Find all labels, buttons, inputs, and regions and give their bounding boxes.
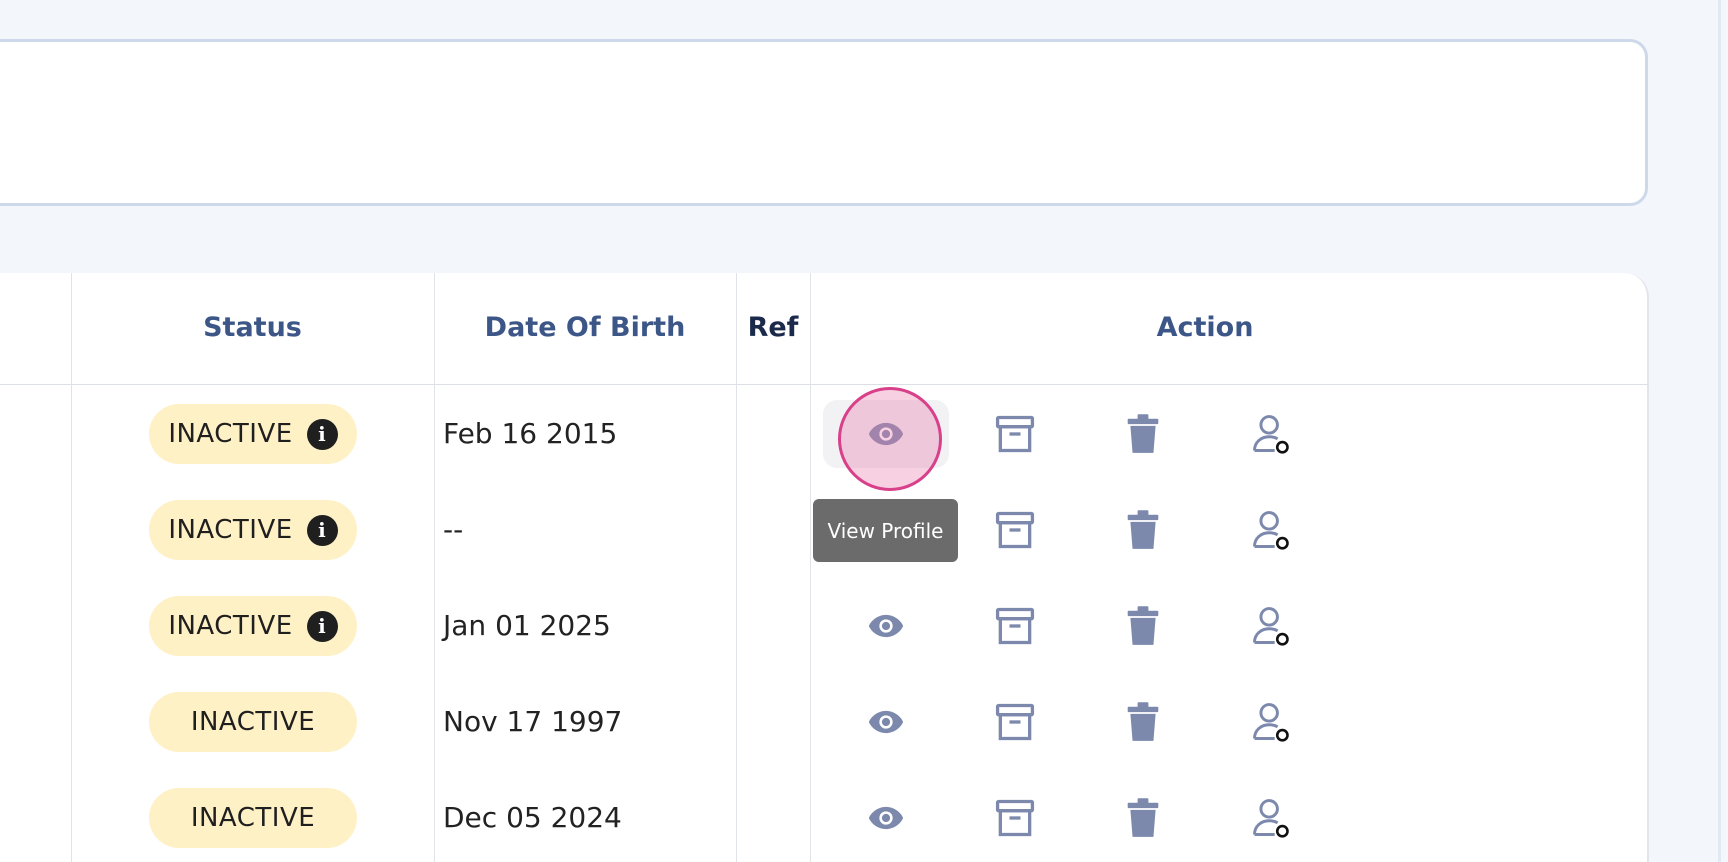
date-of-birth-cell: Jan 01 2025 (443, 609, 611, 642)
date-of-birth-cell: Feb 16 2015 (443, 417, 618, 450)
view-profile-button[interactable] (862, 794, 910, 842)
delete-button[interactable] (1119, 794, 1167, 842)
archive-button[interactable] (991, 794, 1039, 842)
status-label: INACTIVE (168, 515, 293, 545)
status-badge: INACTIVE i (149, 500, 357, 560)
user-status-icon (1249, 508, 1293, 552)
archive-button[interactable] (991, 602, 1039, 650)
eye-icon (867, 607, 905, 645)
archive-button[interactable] (991, 410, 1039, 458)
scrollbar-track[interactable] (1718, 0, 1721, 862)
status-label: INACTIVE (190, 803, 316, 833)
eye-icon (867, 703, 905, 741)
trash-icon (1125, 604, 1161, 648)
user-status-button[interactable] (1247, 698, 1295, 746)
status-badge: INACTIVE i (149, 404, 357, 464)
user-status-icon (1249, 700, 1293, 744)
column-header-date-of-birth[interactable]: Date Of Birth (434, 300, 736, 356)
info-icon[interactable]: i (306, 610, 338, 642)
status-badge: INACTIVE (149, 788, 357, 848)
archive-icon (993, 604, 1037, 648)
column-divider (736, 273, 737, 862)
date-of-birth-cell: Dec 05 2024 (443, 801, 622, 834)
archive-icon (993, 796, 1037, 840)
status-label: INACTIVE (168, 611, 293, 641)
user-status-button[interactable] (1247, 410, 1295, 458)
archive-icon (993, 412, 1037, 456)
click-indicator (838, 387, 942, 491)
delete-button[interactable] (1119, 410, 1167, 458)
trash-icon (1125, 412, 1161, 456)
archive-button[interactable] (991, 698, 1039, 746)
column-divider (434, 273, 435, 862)
status-label: INACTIVE (190, 707, 316, 737)
date-of-birth-cell: Nov 17 1997 (443, 705, 623, 738)
user-status-icon (1249, 796, 1293, 840)
date-of-birth-cell: -- (443, 513, 464, 546)
data-table (0, 273, 1649, 862)
header-divider (0, 384, 1649, 385)
column-header-action: Action (1156, 312, 1254, 343)
user-status-icon (1249, 604, 1293, 648)
info-icon[interactable]: i (306, 514, 338, 546)
status-label: INACTIVE (168, 419, 293, 449)
trash-icon (1125, 508, 1161, 552)
delete-button[interactable] (1119, 506, 1167, 554)
user-status-icon (1249, 412, 1293, 456)
user-status-button[interactable] (1247, 602, 1295, 650)
user-status-button[interactable] (1247, 506, 1295, 554)
eye-icon (867, 799, 905, 837)
view-profile-tooltip: View Profile (813, 499, 958, 562)
column-header-status[interactable]: Status (71, 300, 434, 356)
view-profile-button[interactable] (862, 602, 910, 650)
page: Status Date Of Birth Ref Action INACTIVE… (0, 0, 1728, 862)
column-divider (71, 273, 72, 862)
trash-icon (1125, 796, 1161, 840)
archive-icon (993, 700, 1037, 744)
filter-panel (0, 39, 1648, 206)
column-divider (810, 273, 811, 862)
view-profile-button[interactable] (862, 698, 910, 746)
column-header-ref[interactable]: Ref (736, 300, 810, 356)
archive-icon (993, 508, 1037, 552)
delete-button[interactable] (1119, 698, 1167, 746)
trash-icon (1125, 700, 1161, 744)
info-icon[interactable]: i (306, 418, 338, 450)
user-status-button[interactable] (1247, 794, 1295, 842)
delete-button[interactable] (1119, 602, 1167, 650)
archive-button[interactable] (991, 506, 1039, 554)
status-badge: INACTIVE i (149, 596, 357, 656)
status-badge: INACTIVE (149, 692, 357, 752)
